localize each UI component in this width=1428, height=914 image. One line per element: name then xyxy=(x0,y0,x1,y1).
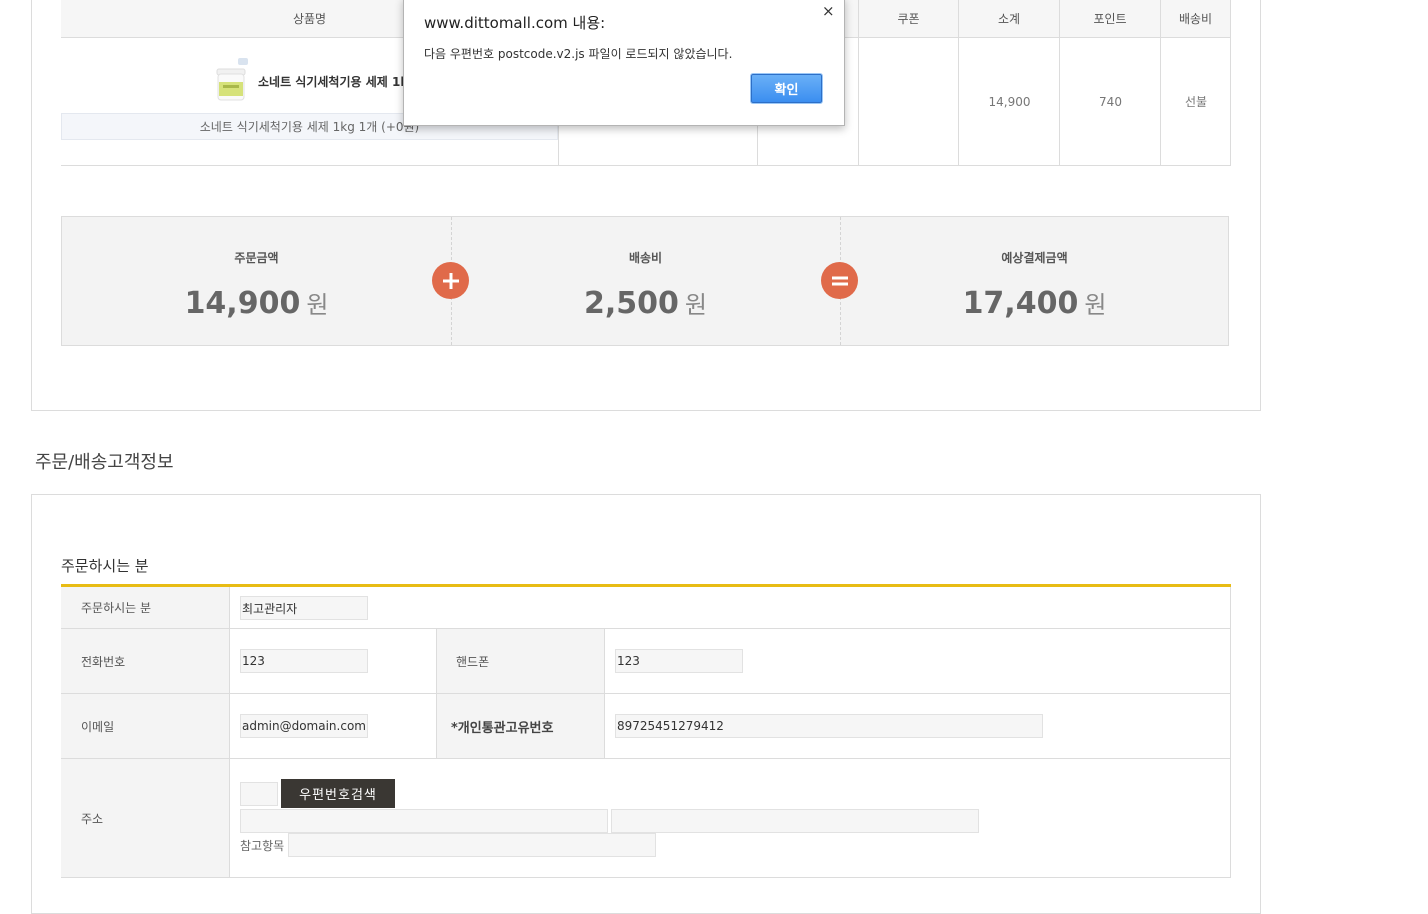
summary-shipping: 배송비 2,500 원 xyxy=(451,217,840,345)
row-divider xyxy=(61,758,1231,759)
order-amount-number: 14,900 xyxy=(184,286,301,321)
orderer-title: 주문하시는 분 xyxy=(61,557,149,575)
header-subtotal: 소계 xyxy=(959,0,1060,38)
address-ref-input[interactable] xyxy=(288,833,656,857)
shipping-value: 2,500 원 xyxy=(451,285,840,321)
product-thumbnail[interactable] xyxy=(214,58,248,102)
order-amount-value: 14,900 원 xyxy=(62,285,451,321)
header-point: 포인트 xyxy=(1060,0,1161,38)
cell-shipping: 선불 xyxy=(1184,95,1208,109)
customs-code-input[interactable]: 89725451279412 xyxy=(615,714,1043,738)
currency-unit: 원 xyxy=(1084,291,1107,319)
dialog-title: www.dittomall.com 내용: xyxy=(424,14,606,32)
phone-input[interactable]: 123 xyxy=(240,649,368,673)
total-number: 17,400 xyxy=(962,286,1079,321)
currency-unit: 원 xyxy=(684,291,707,319)
order-amount-label: 주문금액 xyxy=(234,251,279,265)
label-customs-code: *개인통관고유번호 xyxy=(437,694,604,758)
orderer-name-input[interactable]: 최고관리자 xyxy=(240,596,368,620)
header-shipping: 배송비 xyxy=(1161,0,1231,38)
row-divider xyxy=(61,628,1231,629)
label-mobile: 핸드폰 xyxy=(437,629,604,693)
cell-point: 740 xyxy=(1099,94,1122,109)
label-orderer-name: 주문하시는 분 xyxy=(61,587,229,628)
currency-unit: 원 xyxy=(306,291,329,319)
address-detail-input[interactable] xyxy=(611,809,979,833)
close-icon[interactable]: × xyxy=(822,2,835,20)
label-address: 주소 xyxy=(61,759,229,877)
col-divider xyxy=(604,628,605,758)
order-summary: 주문금액 14,900 원 배송비 2,500 원 예상결제금액 17,400 원 xyxy=(61,216,1229,346)
postcode-input[interactable] xyxy=(240,782,278,806)
cell-subtotal: 14,900 xyxy=(988,94,1031,109)
postcode-search-button[interactable]: 우편번호검색 xyxy=(281,779,395,808)
shipping-number: 2,500 xyxy=(584,286,679,321)
total-label: 예상결제금액 xyxy=(1001,251,1068,265)
col-divider xyxy=(229,587,230,878)
summary-order-amount: 주문금액 14,900 원 xyxy=(62,217,451,345)
shipping-label: 배송비 xyxy=(628,251,663,265)
col-divider xyxy=(858,38,859,165)
ok-button[interactable]: 확인 xyxy=(751,74,822,103)
alert-dialog: www.dittomall.com 내용: × 다음 우편번호 postcode… xyxy=(403,0,845,126)
dialog-message: 다음 우편번호 postcode.v2.js 파일이 로드되지 않았습니다. xyxy=(424,47,733,61)
mobile-input[interactable]: 123 xyxy=(615,649,743,673)
header-coupon: 쿠폰 xyxy=(859,0,959,38)
plus-icon xyxy=(432,262,469,299)
ref-label: 참고항목 xyxy=(240,839,285,853)
section-title: 주문/배송고객정보 xyxy=(35,452,174,473)
row-divider xyxy=(61,693,1231,694)
email-input[interactable]: admin@domain.com xyxy=(240,714,368,738)
product-name-link[interactable]: 소네트 식기세척기용 세제 1kg xyxy=(258,73,417,90)
label-email: 이메일 xyxy=(61,694,229,758)
summary-total: 예상결제금액 17,400 원 xyxy=(840,217,1229,345)
total-value: 17,400 원 xyxy=(840,285,1229,321)
col-divider xyxy=(436,628,437,758)
equals-icon xyxy=(821,262,858,299)
address-input[interactable] xyxy=(240,809,608,833)
label-phone: 전화번호 xyxy=(61,629,229,693)
